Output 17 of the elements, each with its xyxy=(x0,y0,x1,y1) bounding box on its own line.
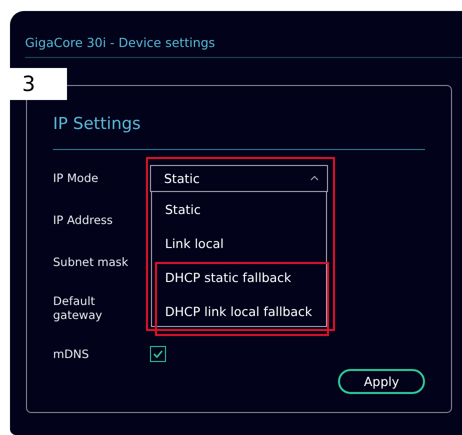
ip-mode-dropdown[interactable]: Static xyxy=(150,164,328,192)
field-label: Default gateway xyxy=(53,294,104,322)
dropdown-option[interactable]: DHCP link local fallback xyxy=(152,294,326,328)
dropdown-option[interactable]: DHCP static fallback xyxy=(152,260,326,294)
window-title: GigaCore 30i - Device settings xyxy=(24,34,216,52)
field-label: IP Address xyxy=(53,213,114,227)
field-label: Subnet mask xyxy=(53,255,130,269)
field-label: mDNS xyxy=(53,347,90,361)
apply-button[interactable]: Apply xyxy=(338,369,425,394)
check-icon xyxy=(153,350,163,358)
dropdown-option[interactable]: Static xyxy=(152,192,326,226)
section-title: IP Settings xyxy=(53,114,142,135)
field-label: IP Mode xyxy=(53,171,100,185)
step-label: 3 xyxy=(10,68,67,100)
dropdown-option[interactable]: Link local xyxy=(152,226,326,260)
chevron-icon xyxy=(310,175,319,181)
checkbox[interactable] xyxy=(150,346,166,362)
